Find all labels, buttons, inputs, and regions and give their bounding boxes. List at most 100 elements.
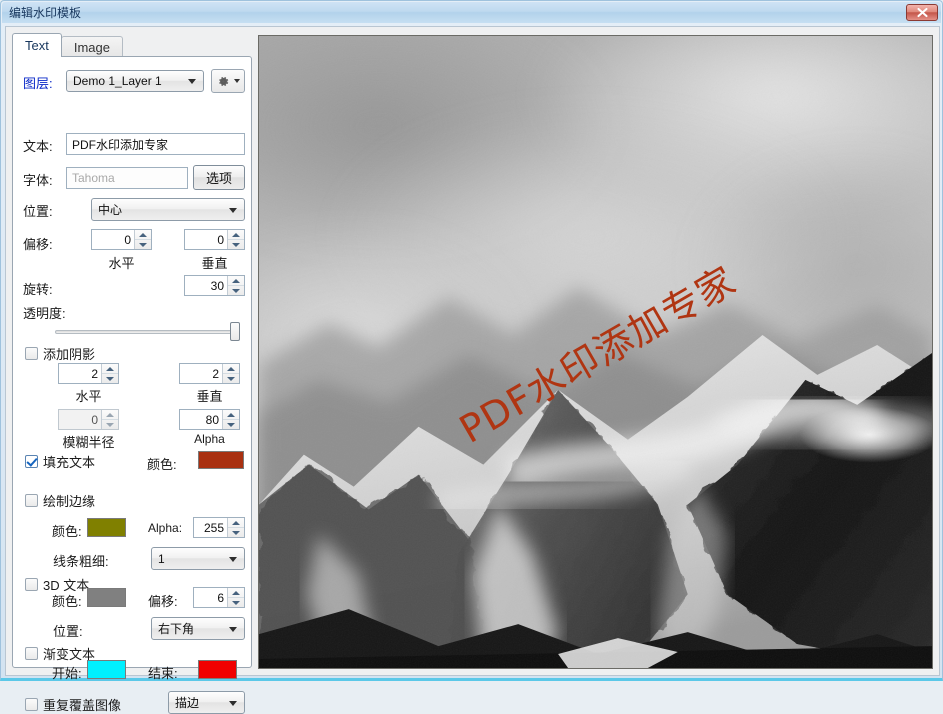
stepper-up[interactable]: [223, 364, 239, 374]
stepper-buttons[interactable]: [101, 364, 118, 383]
offset-label: 偏移:: [23, 237, 53, 252]
checkbox-fill-text-label: 填充文本: [43, 455, 96, 470]
stepper-buttons[interactable]: [134, 230, 151, 249]
offset-vertical-value: 0: [217, 232, 224, 247]
caret-down-icon: [232, 242, 240, 247]
edge-thickness-label: 线条粗细:: [53, 554, 109, 569]
gradient-end-swatch[interactable]: [198, 660, 237, 679]
text-row: 文本:: [23, 136, 53, 155]
caret-down-icon: [106, 376, 114, 381]
layer-settings-button[interactable]: [211, 69, 245, 93]
stepper-down[interactable]: [228, 240, 244, 249]
fill-color-swatch[interactable]: [198, 451, 244, 469]
checkbox-fill-text[interactable]: 填充文本: [25, 452, 95, 471]
shadow-vertical-stepper[interactable]: 2: [179, 363, 240, 384]
stepper-buttons[interactable]: [227, 230, 244, 249]
caret-up-icon: [227, 366, 235, 371]
stepper-up[interactable]: [228, 276, 244, 286]
stepper-up[interactable]: [223, 410, 239, 420]
stepper-down[interactable]: [228, 286, 244, 295]
tab-image[interactable]: Image: [60, 36, 123, 57]
stepper-buttons[interactable]: [227, 518, 244, 537]
shadow-blur-value: 0: [91, 412, 98, 427]
caret-up-icon: [139, 232, 147, 237]
edge-alpha-stepper[interactable]: 255: [193, 517, 245, 538]
title-bar: 编辑水印模板: [2, 2, 941, 23]
stepper-buttons[interactable]: [222, 364, 239, 383]
opacity-slider[interactable]: [55, 322, 240, 341]
watermark-text-input[interactable]: PDF水印添加专家: [66, 133, 245, 155]
tile-mode-value: 描边: [175, 696, 200, 710]
font-options-button[interactable]: 选项: [193, 165, 245, 190]
caret-down-icon: [106, 422, 114, 427]
offset-horizontal-stepper[interactable]: 0: [91, 229, 152, 250]
shadow-horizontal-label: 水平: [75, 389, 102, 404]
tab-strip: Text Image: [12, 33, 252, 57]
stepper-up[interactable]: [102, 364, 118, 374]
edge-color-label: 颜色:: [52, 524, 82, 539]
stepper-up[interactable]: [102, 410, 118, 420]
stepper-down[interactable]: [223, 420, 239, 429]
position-select-value: 中心: [98, 203, 123, 217]
text-label: 文本:: [23, 139, 53, 154]
stepper-down[interactable]: [135, 240, 151, 249]
stepper-down[interactable]: [228, 528, 244, 537]
stepper-buttons[interactable]: [227, 588, 244, 607]
edge-color-swatch[interactable]: [87, 518, 126, 537]
shadow-alpha-stepper[interactable]: 80: [179, 409, 240, 430]
checkbox-draw-edge[interactable]: 绘制边缘: [25, 491, 95, 510]
checkbox-tile-image[interactable]: 重复覆盖图像: [25, 695, 121, 714]
preview-panel: PDF水印添加专家: [258, 35, 933, 669]
stepper-down[interactable]: [102, 420, 118, 429]
stepper-up[interactable]: [228, 518, 244, 528]
rotation-value: 30: [210, 278, 224, 293]
stepper-buttons[interactable]: [101, 410, 118, 429]
text3d-color-swatch[interactable]: [87, 588, 126, 607]
offset-vertical-stepper[interactable]: 0: [184, 229, 245, 250]
tab-text-label: Text: [25, 38, 49, 53]
caret-down-icon: [232, 288, 240, 293]
caret-down-icon: [139, 242, 147, 247]
position-select[interactable]: 中心: [91, 198, 245, 221]
stepper-up[interactable]: [228, 230, 244, 240]
shadow-horizontal-stepper[interactable]: 2: [58, 363, 119, 384]
caret-up-icon: [232, 590, 240, 595]
font-options-label: 选项: [205, 171, 232, 186]
checkbox-box: [25, 347, 38, 360]
chevron-down-icon: [188, 79, 196, 84]
layer-select[interactable]: Demo 1_Layer 1: [66, 70, 204, 92]
fill-color-label: 颜色:: [147, 457, 177, 472]
chevron-down-icon: [229, 626, 237, 632]
text3d-offset-stepper[interactable]: 6: [193, 587, 245, 608]
caret-up-icon: [106, 412, 114, 417]
text3d-position-label: 位置:: [53, 624, 83, 639]
caret-down-icon: [232, 530, 240, 535]
close-button[interactable]: [906, 4, 938, 21]
rotation-stepper[interactable]: 30: [184, 275, 245, 296]
opacity-row: 透明度:: [23, 303, 66, 322]
checkbox-add-shadow[interactable]: 添加阴影: [25, 344, 95, 363]
stepper-buttons[interactable]: [222, 410, 239, 429]
tile-mode-select[interactable]: 描边: [168, 691, 245, 714]
checkbox-gradient-text[interactable]: 渐变文本: [25, 644, 95, 663]
text3d-position-select[interactable]: 右下角: [151, 617, 245, 640]
font-name-input[interactable]: Tahoma: [66, 167, 188, 189]
preview-image-frame[interactable]: PDF水印添加专家: [258, 35, 933, 669]
stepper-down[interactable]: [102, 374, 118, 383]
rotation-row: 旋转:: [23, 279, 53, 298]
stepper-buttons[interactable]: [227, 276, 244, 295]
text-tab-panel: 图层: Demo 1_Layer 1 文本: PDF水印添加专家 字体: Tah…: [12, 56, 252, 714]
shadow-horizontal-value: 2: [91, 366, 98, 381]
stepper-down[interactable]: [228, 598, 244, 607]
edge-thickness-select[interactable]: 1: [151, 547, 245, 570]
text3d-color-label: 颜色:: [52, 594, 82, 609]
shadow-alpha-value: 80: [205, 412, 219, 427]
shadow-blur-stepper[interactable]: 0: [58, 409, 119, 430]
checkbox-box: [25, 455, 38, 468]
tab-text[interactable]: Text: [12, 33, 62, 57]
stepper-down[interactable]: [223, 374, 239, 383]
stepper-up[interactable]: [135, 230, 151, 240]
opacity-slider-thumb[interactable]: [230, 322, 240, 341]
gradient-start-swatch[interactable]: [87, 660, 126, 679]
stepper-up[interactable]: [228, 588, 244, 598]
